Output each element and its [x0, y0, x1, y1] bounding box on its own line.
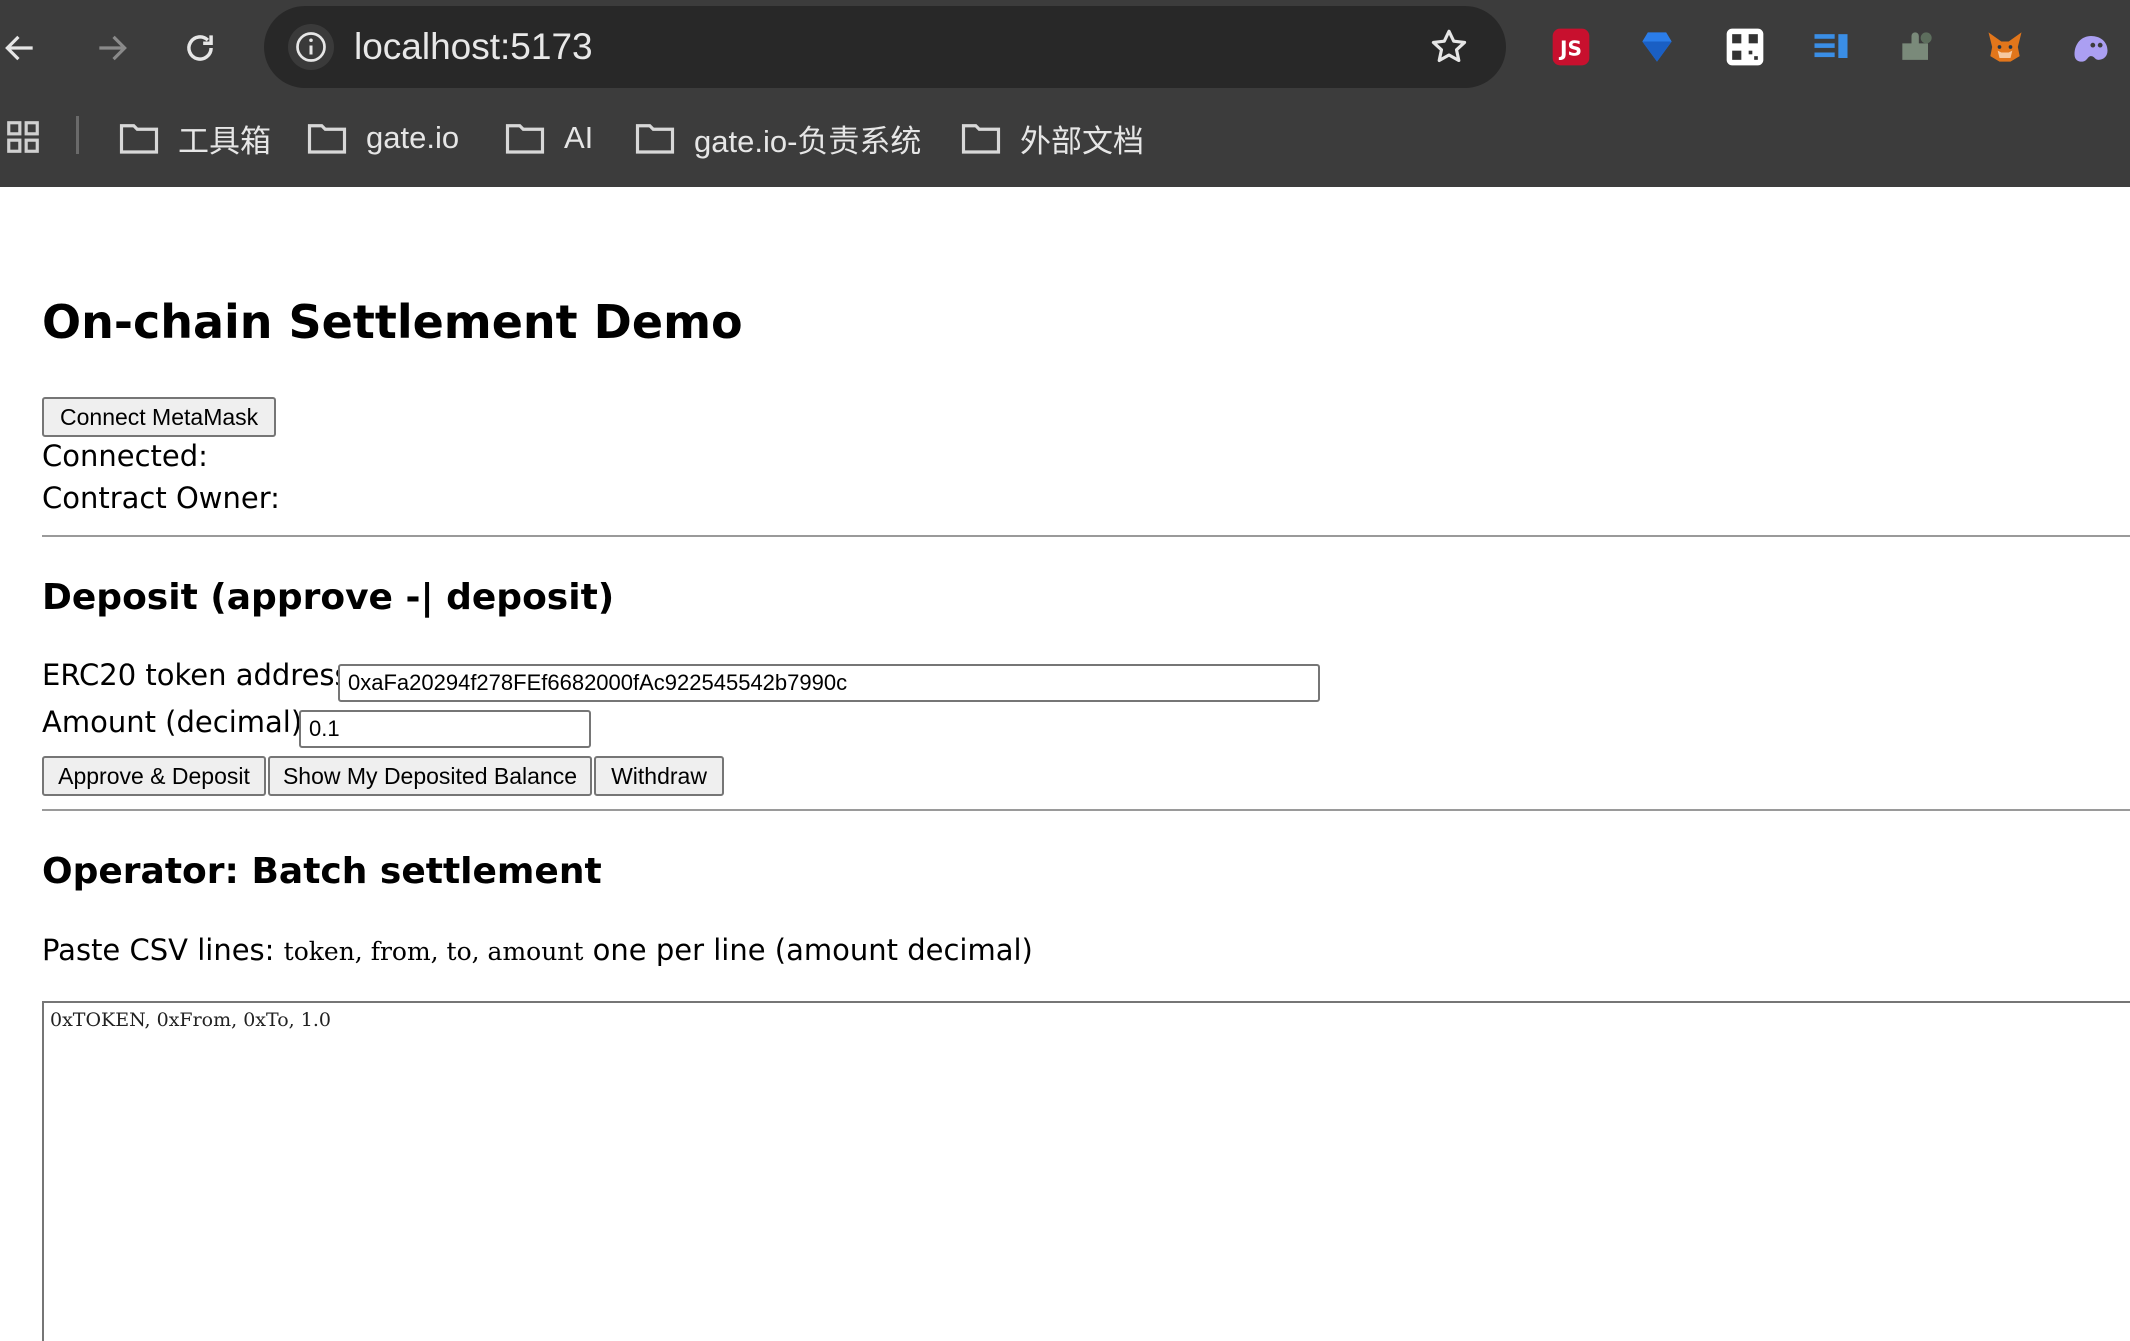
bookmark-star-icon[interactable]	[1428, 26, 1470, 68]
qr-code-extension-icon[interactable]	[1722, 24, 1768, 70]
contract-owner-status: Contract Owner:	[42, 481, 280, 515]
connected-status: Connected:	[42, 439, 208, 473]
reader-extension-icon[interactable]	[1808, 24, 1854, 70]
csv-instructions-suffix: one per line (amount decimal)	[583, 933, 1033, 967]
connect-metamask-button[interactable]: Connect MetaMask	[42, 397, 277, 437]
bookmark-folder-toolbox[interactable]: 工具箱	[118, 108, 271, 168]
bookmark-label: 外部文档	[1020, 123, 1144, 159]
amount-input[interactable]: 0.1	[299, 710, 591, 748]
divider	[42, 535, 2130, 537]
bookmark-folder-external-docs[interactable]: 外部文档	[960, 108, 1144, 168]
token-address-label: ERC20 token address:	[42, 658, 360, 692]
csv-format-code: token, from, to, amount	[283, 937, 584, 966]
csv-instructions-prefix: Paste CSV lines:	[42, 933, 284, 967]
browser-chrome: localhost:5173 JS 工具箱 gate.io AI gate.io…	[0, 0, 2130, 187]
bookmarks-bar: 工具箱 gate.io AI gate.io-负责系统 外部文档	[0, 108, 2130, 168]
url-text[interactable]: localhost:5173	[354, 6, 593, 88]
bookmarks-separator	[76, 116, 79, 154]
operator-heading: Operator: Batch settlement	[42, 851, 602, 892]
bookmark-folder-gate-io-system[interactable]: gate.io-负责系统	[634, 108, 921, 168]
csv-instructions: Paste CSV lines: token, from, to, amount…	[42, 933, 1033, 967]
ghost-extension-icon[interactable]	[2068, 24, 2114, 70]
forward-button[interactable]	[84, 20, 140, 76]
back-button[interactable]	[0, 20, 48, 76]
deposit-heading: Deposit (approve -| deposit)	[42, 577, 615, 618]
withdraw-button[interactable]: Withdraw	[594, 756, 724, 796]
approve-deposit-button[interactable]: Approve & Deposit	[42, 756, 266, 796]
bookmark-label: AI	[564, 120, 594, 155]
arrow-right-icon	[99, 35, 127, 61]
divider	[42, 809, 2130, 811]
reload-icon	[187, 35, 213, 61]
site-info-icon[interactable]	[288, 24, 334, 70]
reload-button[interactable]	[172, 20, 228, 76]
bookmark-label: gate.io-负责系统	[694, 123, 922, 159]
arrow-left-icon	[5, 35, 33, 61]
folder-icon	[505, 124, 545, 154]
metamask-fox-icon[interactable]	[1982, 24, 2028, 70]
page-title: On-chain Settlement Demo	[42, 295, 743, 349]
token-address-input[interactable]: 0xaFa20294f278FEf6682000fAc922545542b799…	[338, 664, 1320, 702]
puzzle-extension-icon[interactable]	[1894, 24, 1940, 70]
amount-label: Amount (decimal):	[42, 705, 312, 739]
bookmark-folder-gate-io[interactable]: gate.io	[306, 108, 459, 168]
csv-textarea[interactable]: 0xTOKEN, 0xFrom, 0xTo, 1.0	[42, 1001, 2130, 1341]
bookmark-label: 工具箱	[178, 123, 271, 159]
diamond-extension-icon[interactable]	[1634, 24, 1680, 70]
address-bar[interactable]: localhost:5173	[264, 6, 1506, 88]
folder-icon	[119, 124, 159, 154]
folder-icon	[635, 124, 675, 154]
svg-text:JS: JS	[1558, 36, 1582, 60]
folder-icon	[961, 124, 1001, 154]
apps-grid-icon[interactable]	[4, 118, 42, 156]
bookmark-folder-ai[interactable]: AI	[504, 108, 593, 168]
show-balance-button[interactable]: Show My Deposited Balance	[268, 756, 592, 796]
js-extension-icon[interactable]: JS	[1548, 24, 1594, 70]
folder-icon	[307, 124, 347, 154]
bookmark-label: gate.io	[366, 120, 460, 155]
